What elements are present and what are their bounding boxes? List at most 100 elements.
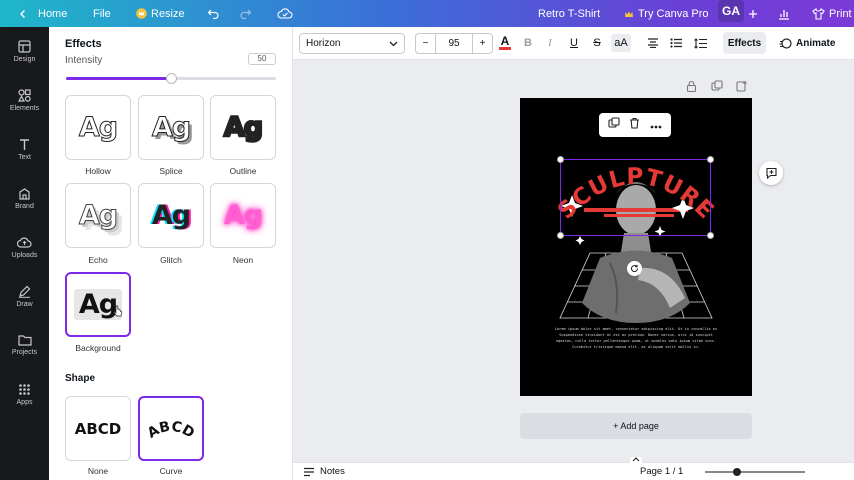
bold-button[interactable]: B bbox=[519, 34, 537, 52]
expand-pages-button[interactable] bbox=[630, 457, 642, 465]
resize-handle[interactable] bbox=[707, 156, 714, 163]
effect-label-background: Background bbox=[75, 343, 121, 353]
crown-icon bbox=[625, 10, 633, 17]
effect-hollow[interactable]: Ag bbox=[65, 95, 131, 160]
selection-box[interactable] bbox=[560, 159, 711, 236]
zoom-slider-thumb[interactable] bbox=[733, 468, 741, 476]
rail-item-text[interactable]: Text bbox=[0, 138, 49, 161]
insights-button[interactable] bbox=[778, 0, 790, 27]
rail-item-brand[interactable]: Brand bbox=[0, 187, 49, 210]
splice-preview: Ag bbox=[151, 112, 191, 144]
undo-icon bbox=[207, 9, 219, 19]
intensity-slider[interactable] bbox=[66, 73, 276, 84]
rail-item-elements[interactable]: Elements bbox=[0, 89, 49, 112]
effect-label-echo: Echo bbox=[88, 255, 108, 265]
folder-icon bbox=[17, 335, 32, 346]
rail-item-projects[interactable]: Projects bbox=[0, 334, 49, 356]
animate-button[interactable]: Animate bbox=[779, 32, 835, 54]
italic-button[interactable]: I bbox=[541, 34, 559, 52]
redo-icon bbox=[240, 9, 252, 19]
document-title[interactable]: Retro T-Shirt bbox=[538, 0, 600, 27]
chevron-up-icon bbox=[632, 457, 640, 462]
rail-label: Design bbox=[13, 56, 36, 63]
effect-glitch[interactable]: Ag bbox=[138, 183, 204, 248]
body-text[interactable]: Lorem ipsum dolor sit amet, consectetur … bbox=[555, 327, 718, 349]
font-size-decrease-button[interactable]: − bbox=[416, 34, 436, 53]
shape-curve[interactable]: ABCD bbox=[138, 396, 204, 461]
align-button[interactable] bbox=[644, 34, 662, 52]
font-size-increase-button[interactable]: + bbox=[472, 34, 492, 53]
rail-item-design[interactable]: Design bbox=[0, 40, 49, 63]
rotate-handle[interactable] bbox=[627, 261, 642, 276]
try-pro-label: Try Canva Pro bbox=[638, 7, 709, 20]
rail-item-draw[interactable]: Draw bbox=[0, 285, 49, 308]
body-line: egestas, nulla tortor pellentesque quam,… bbox=[556, 339, 716, 343]
cloud-upload-icon bbox=[17, 237, 32, 248]
copy-icon bbox=[608, 117, 620, 128]
file-menu[interactable]: File bbox=[93, 0, 111, 27]
spacing-button[interactable] bbox=[691, 34, 709, 52]
shape-none[interactable]: ABCD bbox=[65, 396, 131, 461]
file-label: File bbox=[93, 7, 111, 20]
cursor-pointer-icon bbox=[113, 305, 123, 317]
duplicate-page-button[interactable] bbox=[711, 79, 723, 97]
resize-handle[interactable] bbox=[557, 232, 564, 239]
try-pro-button[interactable]: Try Canva Pro bbox=[624, 0, 709, 27]
effects-button[interactable]: Effects bbox=[723, 32, 766, 54]
add-comment-button[interactable] bbox=[759, 161, 783, 185]
animate-icon bbox=[779, 37, 792, 49]
svg-text:ABCD: ABCD bbox=[145, 418, 197, 441]
rail-label: Brand bbox=[15, 203, 34, 210]
underline-button[interactable]: U bbox=[565, 34, 583, 52]
more-options-button[interactable] bbox=[650, 116, 662, 134]
layout-icon bbox=[18, 40, 31, 53]
print-button[interactable]: Print bbox=[812, 0, 852, 27]
text-color-icon: A bbox=[500, 34, 510, 48]
effects-label: Effects bbox=[727, 37, 762, 49]
list-button[interactable] bbox=[667, 34, 685, 52]
redo-button[interactable] bbox=[239, 0, 252, 27]
rail-item-apps[interactable]: Apps bbox=[0, 383, 49, 406]
add-page-button[interactable]: + Add page bbox=[520, 413, 752, 439]
rail-item-uploads[interactable]: Uploads bbox=[0, 236, 49, 259]
effect-neon[interactable]: Ag bbox=[210, 183, 276, 248]
lock-page-button[interactable] bbox=[686, 79, 697, 97]
avatar-initials: GA bbox=[722, 4, 740, 18]
align-center-icon bbox=[648, 38, 658, 48]
intensity-value-input[interactable]: 50 bbox=[248, 53, 276, 65]
notes-label: Notes bbox=[320, 466, 345, 477]
effect-splice[interactable]: Ag bbox=[138, 95, 204, 160]
effect-label-glitch: Glitch bbox=[160, 255, 182, 265]
effect-outline[interactable]: Ag bbox=[210, 95, 276, 160]
avatar[interactable]: GA bbox=[718, 0, 744, 22]
font-family-select[interactable]: Horizon bbox=[299, 33, 405, 54]
home-button[interactable]: Home bbox=[18, 0, 67, 27]
case-button[interactable]: aA bbox=[611, 34, 631, 52]
resize-button[interactable]: Resize bbox=[136, 0, 185, 27]
text-icon bbox=[20, 139, 29, 150]
effect-background[interactable]: Ag bbox=[65, 272, 131, 337]
effect-echo[interactable]: Ag bbox=[65, 183, 131, 248]
text-color-button[interactable]: A bbox=[496, 34, 514, 52]
add-page-top-button[interactable] bbox=[736, 79, 748, 97]
delete-element-button[interactable] bbox=[629, 116, 640, 134]
intensity-label: Intensity bbox=[65, 55, 103, 66]
zoom-slider[interactable] bbox=[705, 468, 805, 476]
font-size-input[interactable]: 95 bbox=[436, 34, 472, 53]
body-line: Suspendisse tincidunt at est ac pretium.… bbox=[559, 333, 713, 337]
design-page[interactable]: SCULPTURE Lorem ipsum dolor sit amet, co… bbox=[520, 98, 752, 396]
home-label: Home bbox=[38, 7, 68, 20]
footer-bar: Notes Page 1 / 1 bbox=[293, 457, 854, 480]
intensity-slider-thumb[interactable] bbox=[166, 73, 177, 84]
resize-handle[interactable] bbox=[557, 156, 564, 163]
bar-chart-icon bbox=[779, 9, 789, 20]
add-people-button[interactable] bbox=[748, 0, 758, 27]
copy-element-button[interactable] bbox=[608, 116, 620, 134]
strikethrough-button[interactable]: S bbox=[588, 34, 606, 52]
resize-handle[interactable] bbox=[707, 232, 714, 239]
undo-button[interactable] bbox=[207, 0, 220, 27]
effect-label-outline: Outline bbox=[229, 166, 257, 176]
notes-button[interactable]: Notes bbox=[303, 466, 345, 477]
page-counter[interactable]: Page 1 / 1 bbox=[640, 466, 683, 477]
trash-icon bbox=[630, 117, 640, 129]
